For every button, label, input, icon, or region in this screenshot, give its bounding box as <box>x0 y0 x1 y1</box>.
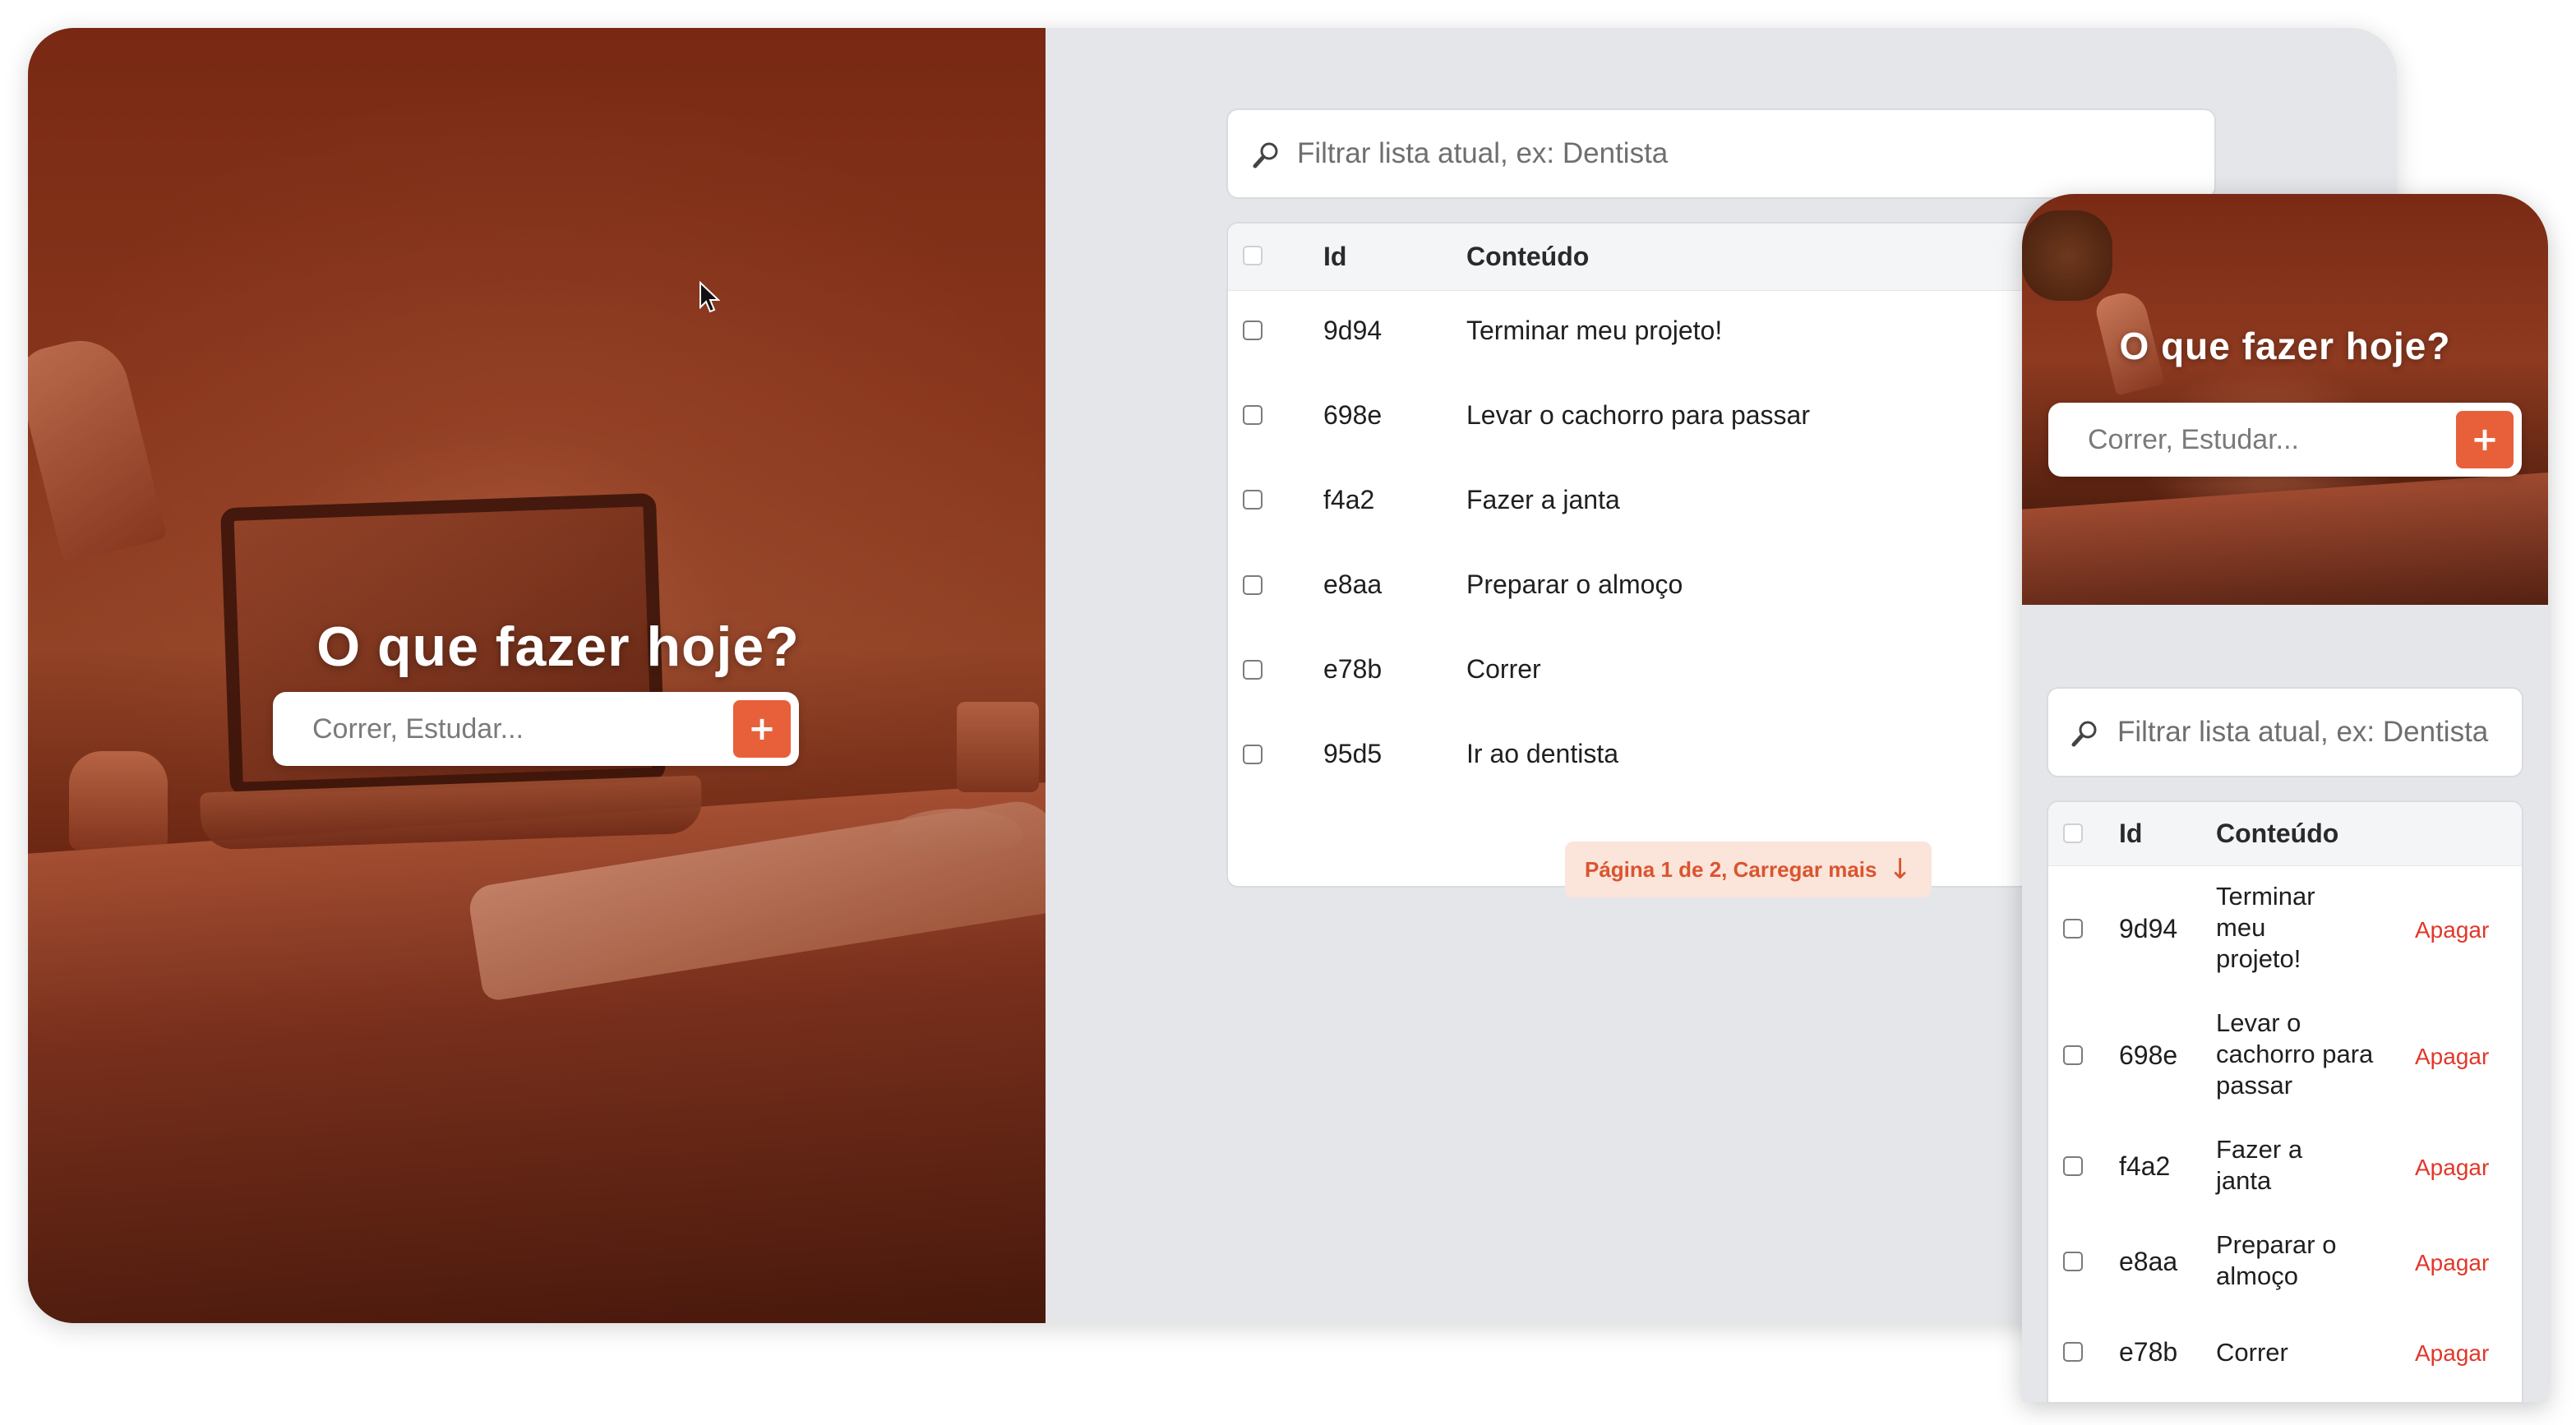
row-checkbox[interactable] <box>2063 1156 2083 1176</box>
mobile-hero-title: O que fazer hoje? <box>2119 325 2451 367</box>
add-task-button[interactable]: + <box>733 700 791 758</box>
row-checkbox[interactable] <box>1243 490 1263 510</box>
mobile-add-task-button[interactable]: + <box>2456 411 2514 468</box>
row-id: e78b <box>2119 1337 2178 1367</box>
row-checkbox[interactable] <box>1243 575 1263 595</box>
row-id: 95d5 <box>1323 739 1383 768</box>
row-content: Fazer a janta <box>1466 485 1620 514</box>
row-id: e78b <box>1323 654 1383 684</box>
row-checkbox[interactable] <box>2063 1342 2083 1362</box>
row-id: 698e <box>2119 1040 2178 1070</box>
mouse-cursor-icon <box>699 281 720 313</box>
mobile-add-task-input[interactable] <box>2086 403 2448 477</box>
magnifier-icon <box>1249 110 1282 201</box>
delete-link[interactable]: Apagar <box>2415 917 2489 943</box>
row-content: Levar o cachorro para passar <box>2216 1008 2374 1100</box>
filter-search-input[interactable] <box>1295 110 2200 197</box>
row-content: Ir ao dentista <box>1466 739 1618 768</box>
column-header-content: Conteúdo <box>2216 819 2339 848</box>
row-checkbox[interactable] <box>1243 745 1263 764</box>
row-content: Preparar o almoço <box>2216 1230 2337 1290</box>
row-id: 698e <box>1323 400 1383 430</box>
mobile-hero-background-image <box>2022 194 2548 605</box>
column-header-content: Conteúdo <box>1466 242 1590 271</box>
mobile-filter-search-input[interactable] <box>2116 689 2510 776</box>
row-content: Fazer a janta <box>2216 1135 2303 1195</box>
delete-link[interactable]: Apagar <box>2415 1250 2489 1276</box>
row-checkbox[interactable] <box>2063 1045 2083 1065</box>
select-all-checkbox[interactable] <box>1243 246 1263 265</box>
row-id: 9d94 <box>2119 914 2178 943</box>
row-content: Terminar meu projeto! <box>2216 882 2315 973</box>
row-checkbox[interactable] <box>2063 1252 2083 1271</box>
mobile-task-table: Id Conteúdo 9d94 Terminar meu projeto! A… <box>2047 800 2523 1402</box>
row-id: f4a2 <box>2119 1151 2171 1181</box>
row-checkbox[interactable] <box>1243 405 1263 425</box>
row-content: Correr <box>2216 1338 2288 1367</box>
row-id: 9d94 <box>1323 316 1383 345</box>
row-content: Levar o cachorro para passar <box>1466 400 1810 430</box>
mobile-filter-search-box <box>2047 687 2523 777</box>
add-task-form: + <box>273 692 799 766</box>
delete-link[interactable]: Apagar <box>2415 1340 2489 1367</box>
row-content: Correr <box>1466 654 1541 684</box>
delete-link[interactable]: Apagar <box>2415 1044 2489 1070</box>
row-id: e8aa <box>2119 1247 2178 1276</box>
filter-search-box <box>1226 108 2216 199</box>
plant-image <box>2022 210 2112 301</box>
desk-image <box>2022 468 2548 605</box>
delete-link[interactable]: Apagar <box>2415 1155 2489 1181</box>
hero-title: O que fazer hoje? <box>316 616 800 678</box>
column-header-id: Id <box>2119 819 2143 848</box>
magnifier-icon <box>2068 689 2101 779</box>
row-id: f4a2 <box>1323 485 1375 514</box>
row-id: e8aa <box>1323 570 1383 599</box>
select-all-checkbox[interactable] <box>2063 823 2083 843</box>
row-content: Preparar o almoço <box>1466 570 1683 599</box>
add-task-input[interactable] <box>311 692 722 766</box>
load-more-label: Página 1 de 2, Carregar mais <box>1584 856 1877 882</box>
row-checkbox[interactable] <box>1243 321 1263 340</box>
arrow-down-icon: ↓ <box>1888 853 1913 886</box>
mobile-app-window: O que fazer hoje? + Id Conteúdo 9d94 Ter… <box>2022 194 2548 1402</box>
row-checkbox[interactable] <box>2063 919 2083 938</box>
mobile-add-task-form: + <box>2048 403 2522 477</box>
row-checkbox[interactable] <box>1243 660 1263 680</box>
row-content: Terminar meu projeto! <box>1466 316 1723 345</box>
load-more-button[interactable]: Página 1 de 2, Carregar mais ↓ <box>1565 842 1932 897</box>
mobile-table-header: Id Conteúdo <box>2048 802 2522 866</box>
column-header-id: Id <box>1323 242 1347 271</box>
